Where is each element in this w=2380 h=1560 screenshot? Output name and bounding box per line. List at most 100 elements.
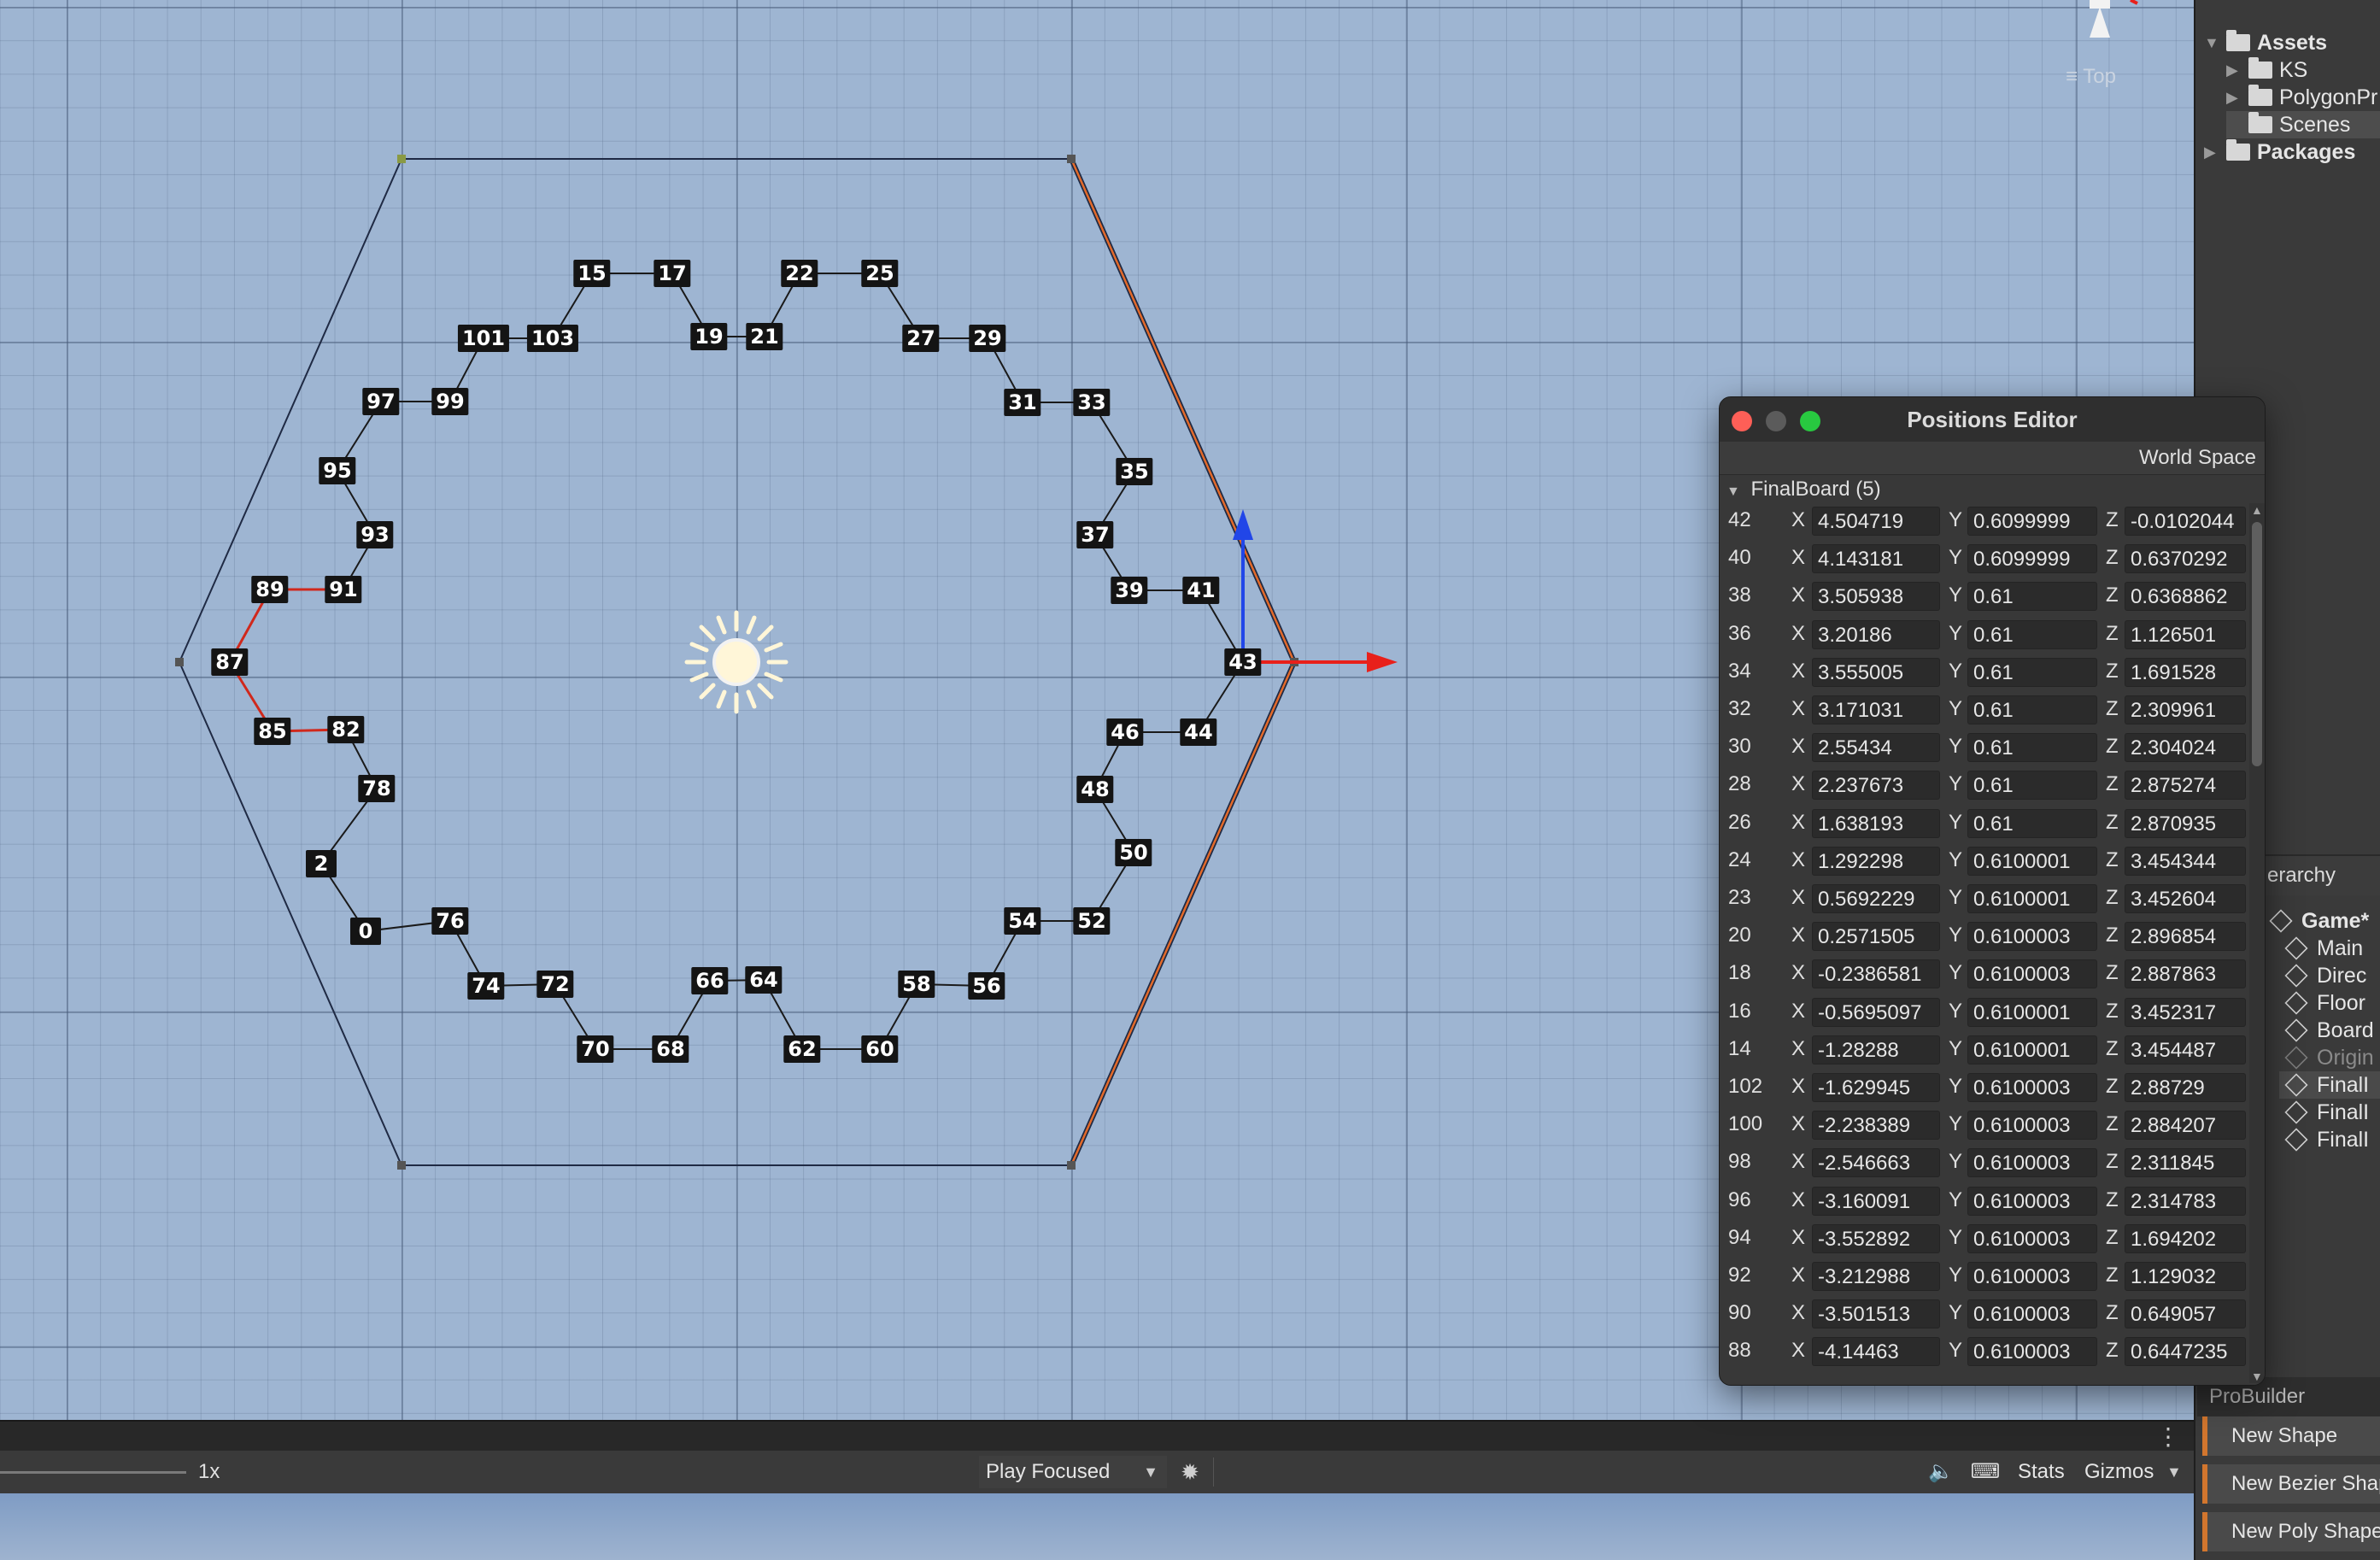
z-field[interactable]: 2.314783 — [2125, 1186, 2246, 1216]
project-item-scenes[interactable]: Scenes — [2226, 111, 2380, 138]
hierarchy-item[interactable]: Direc — [2279, 962, 2380, 989]
y-field[interactable]: 0.61 — [1967, 582, 2097, 612]
minimize-button[interactable] — [1766, 411, 1786, 431]
y-field[interactable]: 0.6099999 — [1967, 544, 2097, 574]
project-item-assets[interactable]: ▼ Assets — [2204, 29, 2380, 56]
z-field[interactable]: 2.311845 — [2125, 1148, 2246, 1178]
foldout-arrow-icon[interactable]: ▶ — [2226, 56, 2248, 84]
y-field[interactable]: 0.6100001 — [1967, 997, 2097, 1027]
project-item-packages[interactable]: ▶ Packages — [2204, 138, 2380, 166]
scroll-down-icon[interactable]: ▼ — [2251, 1369, 2263, 1383]
tab-hierarchy[interactable]: erarchy — [2264, 854, 2380, 895]
z-field[interactable]: 0.649057 — [2125, 1299, 2246, 1329]
z-field[interactable]: 2.884207 — [2125, 1111, 2246, 1141]
hierarchy-item[interactable]: FinalI — [2279, 1071, 2380, 1099]
stats-button[interactable]: Stats — [2013, 1456, 2070, 1488]
scrollbar[interactable]: ▲ ▼ — [2249, 503, 2265, 1383]
x-field[interactable]: 3.20186 — [1812, 619, 1940, 649]
probuilder-new-poly-shape-button[interactable]: New Poly Shape — [2202, 1512, 2380, 1551]
z-field[interactable]: 1.126501 — [2125, 619, 2246, 649]
x-field[interactable]: 4.504719 — [1812, 507, 1940, 536]
y-field[interactable]: 0.6100003 — [1967, 1262, 2097, 1291]
hierarchy-item[interactable]: Floor — [2279, 989, 2380, 1017]
scroll-up-icon[interactable]: ▲ — [2251, 503, 2263, 517]
x-field[interactable]: 3.555005 — [1812, 657, 1940, 687]
z-field[interactable]: -0.0102044 — [2125, 507, 2246, 536]
hierarchy-item[interactable]: Board — [2279, 1017, 2380, 1044]
z-field[interactable]: 1.129032 — [2125, 1262, 2246, 1291]
x-field[interactable]: -4.14463 — [1812, 1337, 1940, 1367]
scroll-thumb[interactable] — [2252, 522, 2262, 766]
z-field[interactable]: 0.6370292 — [2125, 544, 2246, 574]
y-field[interactable]: 0.6100003 — [1967, 922, 2097, 952]
x-field[interactable]: 1.292298 — [1812, 846, 1940, 876]
keyboard-icon[interactable]: ⌨ — [1970, 1457, 2001, 1487]
hierarchy-item[interactable]: FinalI — [2279, 1099, 2380, 1126]
y-field[interactable]: 0.6100003 — [1967, 1337, 2097, 1367]
z-field[interactable]: 2.304024 — [2125, 733, 2246, 763]
y-field[interactable]: 0.61 — [1967, 695, 2097, 724]
play-mode-dropdown[interactable]: Play Focused ▼ — [979, 1456, 1167, 1488]
z-field[interactable]: 2.896854 — [2125, 922, 2246, 952]
y-field[interactable]: 0.6099999 — [1967, 507, 2097, 536]
foldout-arrow-icon[interactable]: ▶ — [2226, 84, 2248, 111]
y-field[interactable]: 0.6100001 — [1967, 1035, 2097, 1064]
positions-editor-window[interactable]: Positions Editor World Space ▼ FinalBoar… — [1719, 396, 2266, 1386]
y-field[interactable]: 0.61 — [1967, 808, 2097, 838]
y-field[interactable]: 0.6100003 — [1967, 1073, 2097, 1102]
x-field[interactable]: 0.2571505 — [1812, 922, 1940, 952]
view-orientation-label[interactable]: ≡ Top — [2066, 65, 2116, 89]
x-field[interactable]: 0.5692229 — [1812, 884, 1940, 913]
gizmos-dropdown-icon[interactable]: ▼ — [2166, 1456, 2182, 1488]
x-field[interactable]: 3.171031 — [1812, 695, 1940, 724]
y-field[interactable]: 0.6100003 — [1967, 1148, 2097, 1178]
bug-icon[interactable]: ✹ — [1175, 1457, 1205, 1487]
z-field[interactable]: 3.452604 — [2125, 884, 2246, 913]
x-field[interactable]: 1.638193 — [1812, 808, 1940, 838]
z-field[interactable]: 3.452317 — [2125, 997, 2246, 1027]
z-field[interactable]: 2.309961 — [2125, 695, 2246, 724]
z-field[interactable]: 0.6368862 — [2125, 582, 2246, 612]
x-field[interactable]: -1.28288 — [1812, 1035, 1940, 1064]
x-field[interactable]: 2.55434 — [1812, 733, 1940, 763]
x-field[interactable]: -0.2386581 — [1812, 959, 1940, 989]
window-titlebar[interactable]: Positions Editor — [1720, 397, 2265, 443]
y-field[interactable]: 0.6100003 — [1967, 1299, 2097, 1329]
y-field[interactable]: 0.61 — [1967, 733, 2097, 763]
y-field[interactable]: 0.61 — [1967, 657, 2097, 687]
z-field[interactable]: 2.887863 — [2125, 959, 2246, 989]
audio-icon[interactable]: 🔈 — [1926, 1457, 1956, 1487]
z-field[interactable]: 2.870935 — [2125, 808, 2246, 838]
close-button[interactable] — [1732, 411, 1752, 431]
y-field[interactable]: 0.6100003 — [1967, 1111, 2097, 1141]
x-field[interactable]: -2.546663 — [1812, 1148, 1940, 1178]
z-field[interactable]: 1.691528 — [2125, 657, 2246, 687]
y-field[interactable]: 0.6100003 — [1967, 1186, 2097, 1216]
scale-slider[interactable] — [0, 1471, 186, 1474]
kebab-menu-icon[interactable]: ⋮ — [2156, 1423, 2180, 1451]
y-field[interactable]: 0.6100003 — [1967, 1223, 2097, 1253]
game-view[interactable] — [0, 1493, 2194, 1560]
project-item-ks[interactable]: ▶ KS — [2226, 56, 2380, 84]
z-field[interactable]: 3.454487 — [2125, 1035, 2246, 1064]
world-space-toggle[interactable]: World Space — [2139, 442, 2256, 474]
y-field[interactable]: 0.61 — [1967, 619, 2097, 649]
probuilder-new-shape-button[interactable]: New Shape — [2202, 1416, 2380, 1456]
probuilder-new-bezier-shape-button[interactable]: New Bezier Shape — [2202, 1464, 2380, 1504]
y-field[interactable]: 0.6100003 — [1967, 959, 2097, 989]
finalboard-foldout[interactable]: ▼ FinalBoard (5) — [1720, 476, 2249, 503]
gizmos-button[interactable]: Gizmos — [2079, 1456, 2159, 1488]
maximize-button[interactable] — [1800, 411, 1820, 431]
foldout-arrow-icon[interactable]: ▼ — [2204, 29, 2226, 56]
hierarchy-item[interactable]: Origin — [2279, 1044, 2380, 1071]
z-field[interactable]: 2.875274 — [2125, 771, 2246, 801]
y-field[interactable]: 0.6100001 — [1967, 884, 2097, 913]
y-field[interactable]: 0.61 — [1967, 771, 2097, 801]
x-field[interactable]: -3.212988 — [1812, 1262, 1940, 1291]
x-field[interactable]: -1.629945 — [1812, 1073, 1940, 1102]
z-field[interactable]: 1.694202 — [2125, 1223, 2246, 1253]
x-field[interactable]: -3.501513 — [1812, 1299, 1940, 1329]
foldout-arrow-icon[interactable]: ▶ — [2204, 138, 2226, 166]
hierarchy-item[interactable]: Main — [2279, 935, 2380, 962]
x-field[interactable]: -0.5695097 — [1812, 997, 1940, 1027]
